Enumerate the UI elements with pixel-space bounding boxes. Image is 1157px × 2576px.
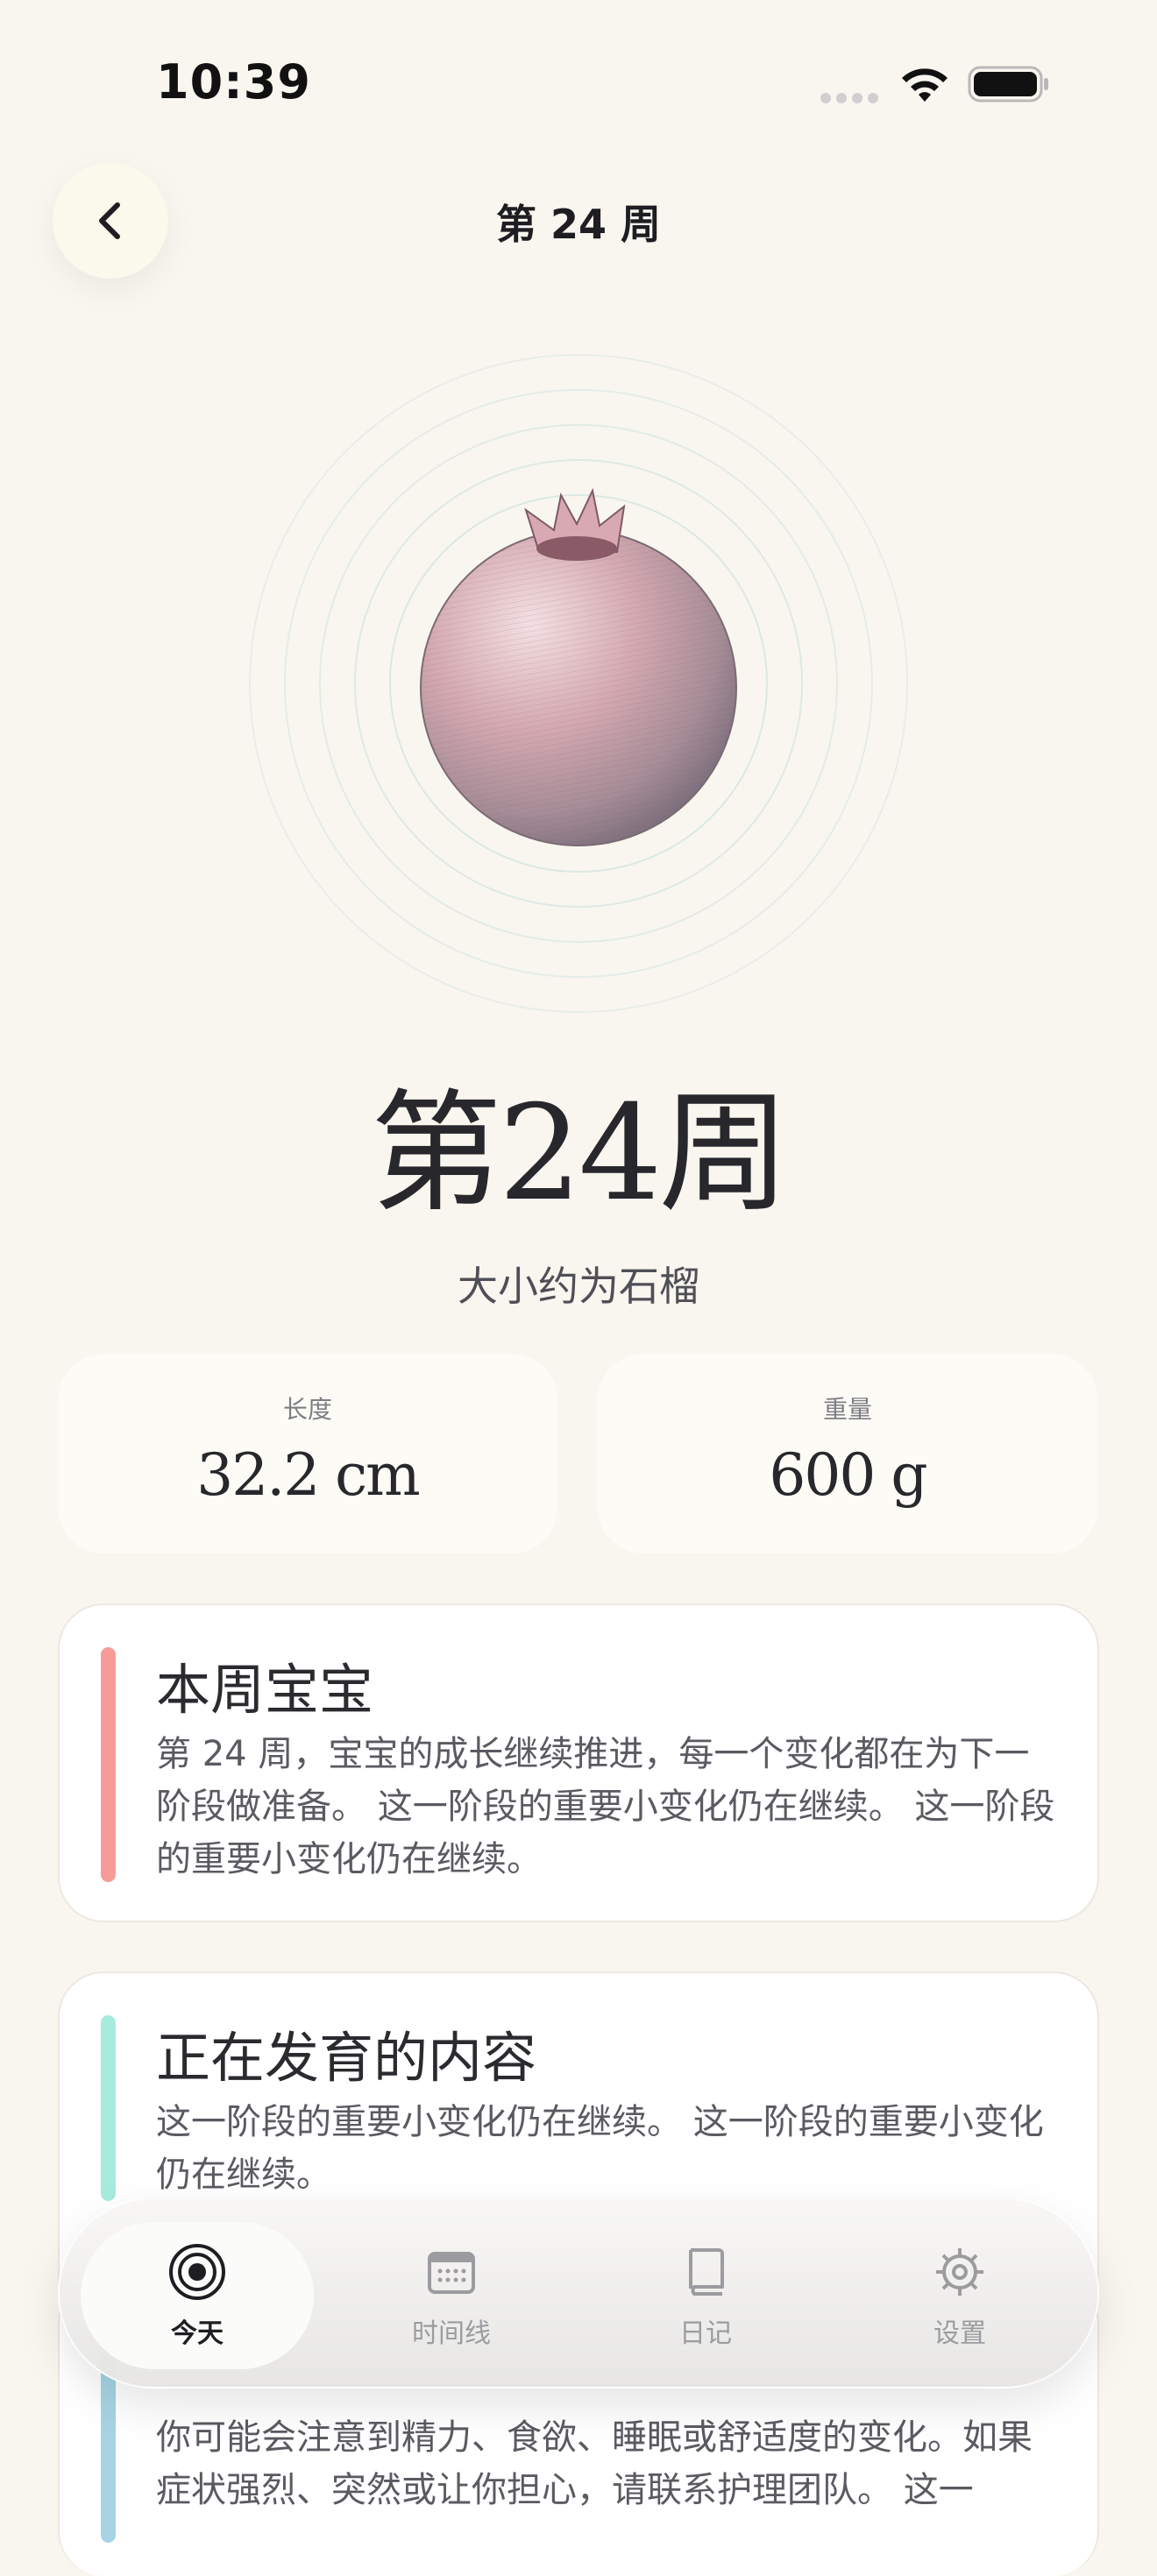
today-target-icon — [169, 2244, 225, 2300]
length-card: 长度 32.2 cm — [58, 1354, 557, 1553]
weight-label: 重量 — [822, 1395, 872, 1424]
status-bar: 10:39 — [0, 0, 1157, 166]
tab-label: 日记 — [679, 2318, 732, 2349]
card-body: 你可能会注意到精力、食欲、睡眠或舒适度的变化。如果症状强烈、突然或让你担心，请联… — [156, 2417, 1033, 2510]
length-value: 32.2 cm — [196, 1441, 420, 1509]
tab-settings[interactable]: 设置 — [843, 2199, 1076, 2390]
tab-label: 时间线 — [412, 2318, 491, 2349]
gear-icon — [936, 2248, 983, 2296]
card-title: 正在发育的内容 — [156, 2026, 537, 2090]
tab-label: 设置 — [933, 2318, 986, 2349]
calendar-icon — [428, 2252, 475, 2294]
card-title: 本周宝宝 — [156, 1658, 374, 1722]
baby-this-week-card[interactable]: 本周宝宝 第 24 周，宝宝的成长继续推进，每一个变化都在为下一阶段做准备。 这… — [58, 1603, 1099, 1922]
tab-bar: 今天 时间线 日记 设置 — [58, 2197, 1099, 2388]
tab-label: 今天 — [171, 2318, 224, 2349]
tab-timeline[interactable]: 时间线 — [335, 2199, 568, 2390]
week-title: 第24周 — [370, 1078, 791, 1230]
weight-value: 600 g — [769, 1441, 927, 1509]
accent-bar — [101, 2015, 116, 2201]
tab-today[interactable]: 今天 — [81, 2199, 314, 2390]
battery-icon — [968, 66, 1048, 103]
wifi-icon — [902, 68, 948, 102]
weight-card: 重量 600 g — [598, 1354, 1097, 1553]
pomegranate-illustration — [249, 354, 908, 1013]
accent-bar — [101, 1647, 116, 1882]
book-icon — [689, 2248, 724, 2296]
cellular-signal-icon — [820, 93, 878, 103]
card-body: 第 24 周，宝宝的成长继续推进，每一个变化都在为下一阶段做准备。 这一阶段的重… — [156, 1734, 1055, 1879]
length-label: 长度 — [282, 1395, 332, 1424]
status-time: 10:39 — [156, 54, 311, 110]
tab-diary[interactable]: 日记 — [589, 2199, 822, 2390]
card-body: 这一阶段的重要小变化仍在继续。 这一阶段的重要小变化仍在继续。 — [156, 2102, 1044, 2195]
nav-title: 第 24 周 — [495, 201, 662, 248]
size-comparison: 大小约为石榴 — [458, 1263, 699, 1310]
